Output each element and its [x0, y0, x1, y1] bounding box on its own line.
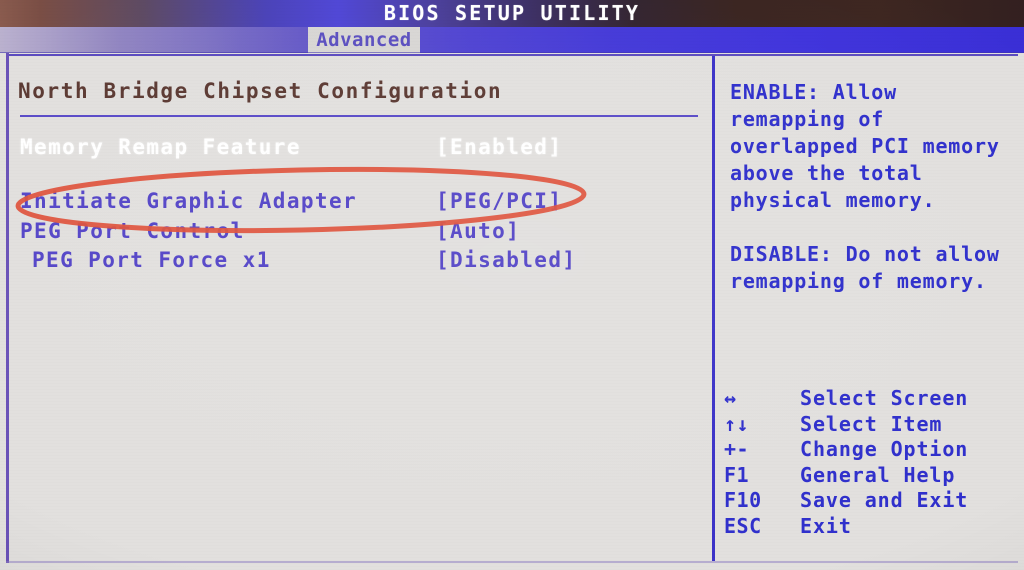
key-legend-row-change-option: +- Change Option [724, 437, 1020, 463]
key-legend-label: Select Screen [800, 386, 969, 410]
setting-row-initiate-graphic-adapter[interactable]: Initiate Graphic Adapter [PEG/PCI] [12, 189, 710, 219]
up-down-arrow-icon: ↑↓ [724, 411, 750, 436]
setting-value[interactable]: [Disabled] [436, 248, 576, 272]
panel-divider [712, 56, 715, 561]
key-legend-label: Change Option [800, 437, 969, 461]
title-bar: BIOS SETUP UTILITY [0, 0, 1024, 27]
tab-advanced[interactable]: Advanced [308, 27, 420, 53]
esc-key-icon: ESC [724, 513, 762, 538]
setting-label: Initiate Graphic Adapter [20, 189, 358, 213]
key-legend: ↔ Select Screen ↑↓ Select Item +- Change… [724, 386, 1020, 539]
setting-row-peg-port-force-x1[interactable]: PEG Port Force x1 [Disabled] [12, 248, 710, 278]
help-text-enable: ENABLE: Allow remapping of overlapped PC… [730, 80, 1000, 212]
f1-key-icon: F1 [724, 462, 750, 487]
key-legend-label: General Help [800, 462, 956, 487]
menu-bar: Advanced [0, 27, 1024, 54]
key-legend-label: Save and Exit [800, 488, 969, 512]
key-legend-row-general-help: F1 General Help [724, 463, 1020, 489]
key-legend-row-select-screen: ↔ Select Screen [724, 386, 1020, 412]
setting-row-memory-remap-feature[interactable]: Memory Remap Feature [Enabled] [12, 135, 710, 165]
left-right-arrow-icon: ↔ [724, 386, 737, 410]
key-legend-row-exit: ESC Exit [724, 514, 1020, 540]
section-heading: North Bridge Chipset Configuration [18, 79, 503, 103]
setting-label: Memory Remap Feature [20, 135, 301, 159]
menu-bar-gradient [0, 27, 300, 53]
setting-label: PEG Port Control [20, 219, 245, 243]
key-legend-label: Exit [800, 513, 852, 538]
frame-left-border [6, 53, 9, 563]
key-legend-row-select-item: ↑↓ Select Item [724, 412, 1020, 438]
f10-key-icon: F10 [724, 488, 762, 512]
setting-row-peg-port-control[interactable]: PEG Port Control [Auto] [12, 219, 710, 249]
key-legend-label: Select Item [800, 411, 943, 436]
bios-setup-screen: BIOS SETUP UTILITY Advanced North Bridge… [0, 0, 1024, 570]
settings-panel: North Bridge Chipset Configuration Memor… [12, 53, 710, 563]
plus-minus-icon: +- [724, 437, 750, 461]
setting-value[interactable]: [Enabled] [436, 135, 562, 159]
content-area: North Bridge Chipset Configuration Memor… [0, 53, 1024, 570]
help-text-disable: DISABLE: Do not allow remapping of memor… [730, 242, 1000, 293]
setting-value[interactable]: [PEG/PCI] [436, 189, 562, 213]
key-legend-row-save-and-exit: F10 Save and Exit [724, 488, 1020, 514]
setting-label: PEG Port Force x1 [32, 248, 271, 272]
heading-rule [20, 115, 698, 117]
page-title: BIOS SETUP UTILITY [383, 1, 641, 25]
setting-value[interactable]: [Auto] [436, 219, 520, 243]
